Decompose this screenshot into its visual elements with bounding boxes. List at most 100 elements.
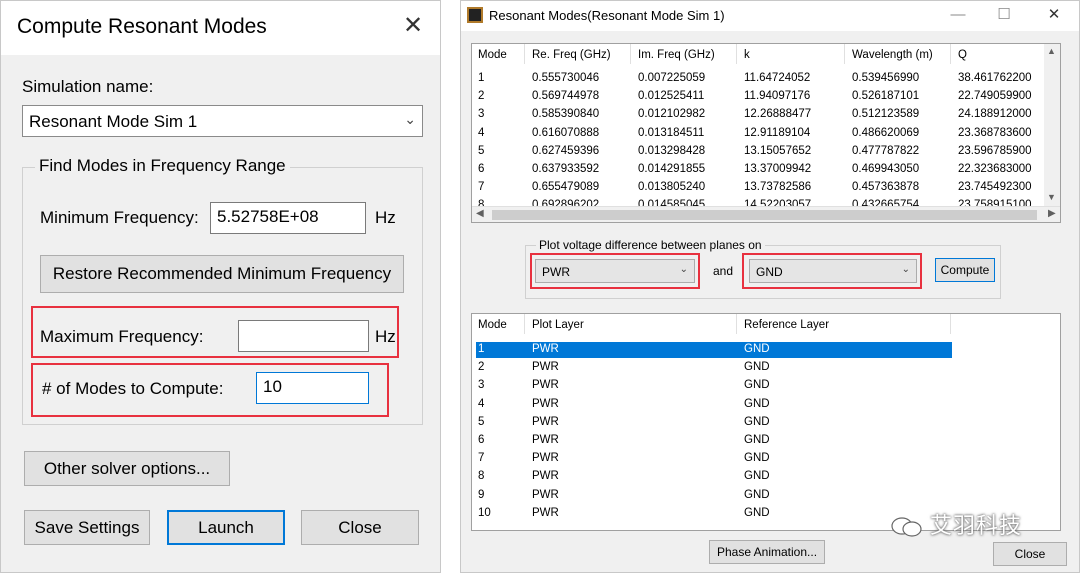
layers-table-cell[interactable]: PWR xyxy=(532,343,559,355)
column-divider xyxy=(844,44,845,64)
plot-planes-group-title: Plot voltage difference between planes o… xyxy=(536,238,765,252)
layers-col-header[interactable]: Plot Layer xyxy=(532,319,584,331)
modes-col-header[interactable]: Im. Freq (GHz) xyxy=(638,49,715,61)
modes-table-cell: 7 xyxy=(478,181,485,194)
min-frequency-label: Minimum Frequency: xyxy=(40,208,199,227)
modes-col-header[interactable]: Re. Freq (GHz) xyxy=(532,49,611,61)
plane2-select[interactable]: GND ⌄ xyxy=(749,259,917,283)
layers-table-cell[interactable]: 3 xyxy=(478,379,484,391)
modes-table-cell: 5 xyxy=(478,144,485,157)
minimize-icon[interactable]: — xyxy=(945,5,971,25)
layers-table-cell[interactable]: GND xyxy=(744,416,770,428)
modes-table-cell: 3 xyxy=(478,108,485,121)
layers-table-cell[interactable]: GND xyxy=(744,434,770,446)
layers-table-cell[interactable]: 6 xyxy=(478,434,484,446)
chevron-down-icon: ⌄ xyxy=(901,264,910,275)
modes-col-header[interactable]: Wavelength (m) xyxy=(852,49,933,61)
modes-table-cell: 0.512123589 xyxy=(852,108,920,121)
frequency-range-group-title: Find Modes in Frequency Range xyxy=(35,156,290,176)
modes-table-cell: 0.585390840 xyxy=(532,108,600,121)
min-frequency-input[interactable]: 5.52758E+08 xyxy=(210,202,366,234)
layers-table-cell[interactable]: PWR xyxy=(532,379,559,391)
plane2-value: GND xyxy=(756,265,783,279)
layers-table-cell[interactable]: GND xyxy=(744,507,770,519)
modes-table-cell: 0.627459396 xyxy=(532,144,600,157)
modes-table-cell: 11.64724052 xyxy=(744,72,811,84)
layers-table-cell[interactable]: GND xyxy=(744,343,770,355)
modes-table-cell: 0.569744978 xyxy=(532,90,600,103)
modes-table-cell: 0.012525411 xyxy=(638,90,705,103)
column-divider xyxy=(630,44,631,64)
layers-table-cell[interactable]: 8 xyxy=(478,470,484,482)
save-settings-button[interactable]: Save Settings xyxy=(24,510,150,545)
layers-table-cell[interactable]: GND xyxy=(744,398,770,410)
modes-table-cell: 0.013805240 xyxy=(638,181,706,194)
hscroll-thumb[interactable] xyxy=(492,210,1037,220)
layers-table-cell[interactable]: GND xyxy=(744,452,770,464)
launch-button[interactable]: Launch xyxy=(167,510,285,545)
wechat-icon xyxy=(891,517,922,537)
scroll-up-icon[interactable]: ▲ xyxy=(1047,46,1056,56)
other-solver-options-button[interactable]: Other solver options... xyxy=(24,451,230,486)
layers-table-cell[interactable]: 4 xyxy=(478,398,484,410)
layers-table-cell[interactable]: 1 xyxy=(478,343,484,355)
restore-min-frequency-button[interactable]: Restore Recommended Minimum Frequency xyxy=(40,255,404,293)
modes-table-cell: 0.469943050 xyxy=(852,163,920,175)
scroll-left-icon[interactable]: ◀ xyxy=(476,208,484,219)
layers-table-cell[interactable]: GND xyxy=(744,379,770,391)
layers-table-cell[interactable]: 7 xyxy=(478,452,484,464)
window-close-button[interactable]: Close xyxy=(993,542,1067,566)
layers-table-cell[interactable]: PWR xyxy=(532,398,559,410)
layers-table-cell[interactable]: PWR xyxy=(532,361,559,373)
layers-table-cell[interactable]: 2 xyxy=(478,361,484,373)
plane1-select[interactable]: PWR ⌄ xyxy=(535,259,695,283)
layers-table-cell[interactable]: PWR xyxy=(532,489,559,501)
max-frequency-label: Maximum Frequency: xyxy=(40,327,204,346)
close-button[interactable]: Close xyxy=(301,510,419,545)
modes-table-vscroll[interactable]: ▲ ▼ xyxy=(1044,44,1060,208)
layers-table-cell[interactable]: PWR xyxy=(532,434,559,446)
layers-table-cell[interactable]: 10 xyxy=(478,507,491,519)
modes-table-cell: 0.457363878 xyxy=(852,181,920,194)
max-frequency-input[interactable] xyxy=(238,320,369,352)
close-icon[interactable]: ✕ xyxy=(401,13,425,39)
modes-table-cell: 4 xyxy=(478,126,485,139)
maximize-icon[interactable]: ☐ xyxy=(991,5,1017,25)
layers-table-cell[interactable]: GND xyxy=(744,361,770,373)
modes-table-cell: 0.477787822 xyxy=(852,144,920,157)
sim-name-label: Simulation name: xyxy=(22,77,154,96)
layers-table-cell[interactable]: PWR xyxy=(532,452,559,464)
scroll-right-icon[interactable]: ▶ xyxy=(1048,208,1056,219)
close-icon[interactable]: ✕ xyxy=(1041,5,1067,25)
layers-table-cell[interactable]: PWR xyxy=(532,470,559,482)
layers-table[interactable]: Mode Plot Layer Reference Layer 1 PWR GND 2 PWR… xyxy=(471,313,1061,531)
layers-table-cell[interactable]: PWR xyxy=(532,416,559,428)
modes-table-cell: 22.323683000 xyxy=(958,163,1032,175)
modes-col-header[interactable]: k xyxy=(744,49,750,61)
modes-table-cell: 1 xyxy=(478,72,485,84)
resonant-modes-window: Resonant Modes(Resonant Mode Sim 1) — ☐ … xyxy=(460,0,1080,573)
sim-name-select[interactable]: Resonant Mode Sim 1 ⌄ xyxy=(22,105,423,137)
modes-table-cell: 0.616070888 xyxy=(532,126,600,139)
modes-table-hscroll[interactable]: ◀ ▶ xyxy=(472,206,1060,222)
modes-col-header[interactable]: Mode xyxy=(478,49,507,61)
layers-table-cell[interactable]: GND xyxy=(744,470,770,482)
phase-animation-button[interactable]: Phase Animation... xyxy=(709,540,825,564)
layers-table-cell[interactable]: GND xyxy=(744,489,770,501)
scroll-down-icon[interactable]: ▼ xyxy=(1047,192,1056,202)
layers-table-cell[interactable]: PWR xyxy=(532,507,559,519)
modes-table-cell: 23.745492300 xyxy=(958,181,1032,194)
modes-count-input[interactable]: 10 xyxy=(256,372,369,404)
compute-button[interactable]: Compute xyxy=(935,258,995,282)
layers-col-header[interactable]: Reference Layer xyxy=(744,319,829,331)
modes-col-header[interactable]: Q xyxy=(958,49,967,61)
modes-table-cell: 0.655479089 xyxy=(532,181,600,194)
layers-table-cell[interactable]: 5 xyxy=(478,416,484,428)
modes-table[interactable]: Mode Re. Freq (GHz) Im. Freq (GHz) k Wavelen… xyxy=(471,43,1061,223)
modes-table-cell: 0.007225059 xyxy=(638,72,706,84)
column-divider xyxy=(950,44,951,64)
layers-table-cell[interactable]: 9 xyxy=(478,489,484,501)
layers-col-header[interactable]: Mode xyxy=(478,319,507,331)
modes-table-cell: 24.188912000 xyxy=(958,108,1032,121)
window-titlebar: Resonant Modes(Resonant Mode Sim 1) — ☐ … xyxy=(461,1,1079,31)
